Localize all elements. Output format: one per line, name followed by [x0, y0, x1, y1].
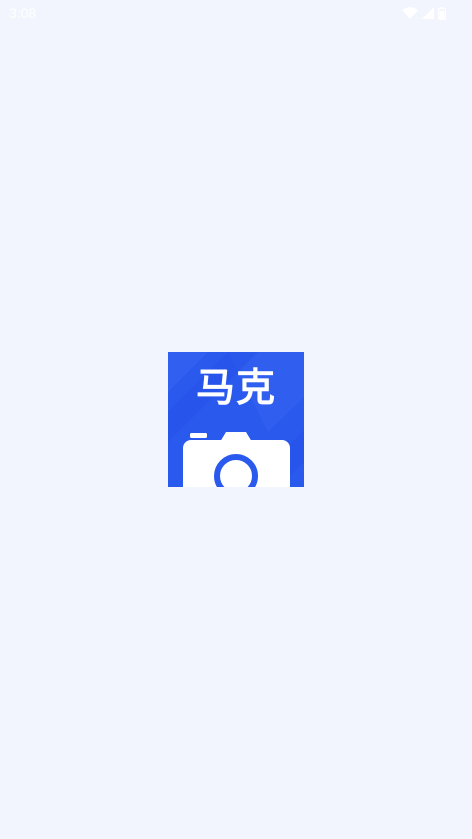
status-time: 3:08 — [9, 5, 37, 21]
camera-icon — [183, 432, 290, 487]
cellular-signal-icon — [422, 7, 434, 19]
wifi-icon — [402, 7, 418, 19]
app-logo: 马克 — [168, 352, 304, 487]
battery-icon — [438, 6, 446, 20]
status-icons — [402, 5, 446, 21]
status-bar: 3:08 — [0, 0, 472, 26]
